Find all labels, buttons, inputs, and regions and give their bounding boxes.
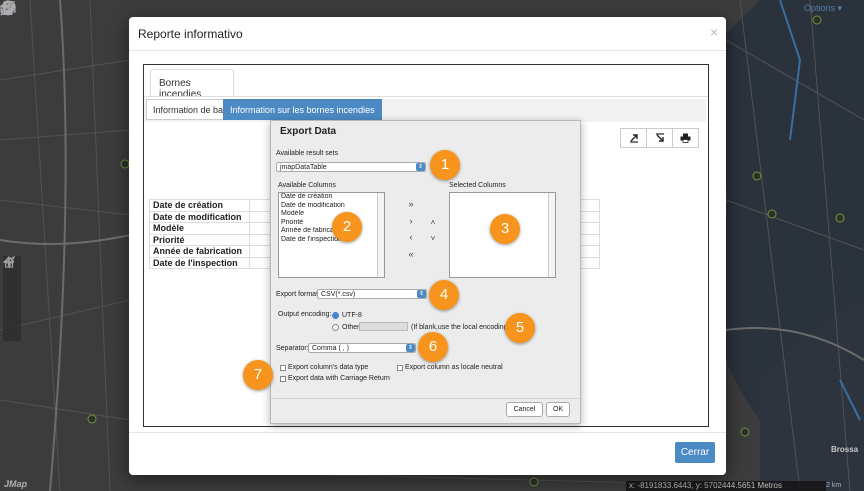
field-label: Année de fabrication xyxy=(149,245,250,258)
scrollbar[interactable] xyxy=(377,193,384,277)
callout-1: 1 xyxy=(430,150,460,180)
export-data-icon[interactable] xyxy=(646,128,673,148)
callout-4: 4 xyxy=(429,280,459,310)
available-columns-label: Available Columns xyxy=(278,182,336,189)
export-format-label: Export format: xyxy=(276,291,320,298)
chevron-down-icon: ⇕ xyxy=(406,344,415,352)
move-left-icon[interactable]: ‹ xyxy=(406,232,416,242)
list-item[interactable]: Date de l'inspection xyxy=(279,236,384,245)
chevron-down-icon: ⇕ xyxy=(416,163,425,171)
encoding-hint: (If blank,use the local encoding) xyxy=(411,324,510,331)
field-label: Date de l'inspection xyxy=(149,256,250,269)
dialog-title: Export Data xyxy=(280,126,337,137)
encoding-other-radio[interactable] xyxy=(332,324,339,331)
tab-bornes-incendies[interactable]: Bornes incendies xyxy=(150,69,234,100)
encoding-utf8-label: UTF-8 xyxy=(342,312,362,319)
callout-2: 2 xyxy=(332,212,362,242)
selected-columns-label: Selected Columns xyxy=(449,182,506,189)
scrollbar[interactable] xyxy=(548,193,555,277)
data-type-label: Export column's data type xyxy=(288,364,369,371)
export-format-select[interactable]: CSV(*.csv) ⇕ xyxy=(317,289,427,299)
available-columns-list[interactable]: Date de création Date de modification Mo… xyxy=(278,192,385,278)
data-type-checkbox[interactable] xyxy=(280,365,286,371)
chevron-down-icon: ⇕ xyxy=(417,290,426,298)
modal-title: Reporte informativo xyxy=(138,27,243,41)
carriage-return-label: Export data with Carriage Return xyxy=(288,375,390,382)
list-item[interactable]: Date de création xyxy=(279,193,384,202)
field-label: Priorité xyxy=(149,233,250,246)
result-set-select[interactable]: jmapDataTable ⇕ xyxy=(276,162,426,172)
close-button[interactable]: Cerrar xyxy=(675,442,715,463)
callout-7: 7 xyxy=(243,360,273,390)
list-item[interactable]: Date de modification xyxy=(279,202,384,211)
separator-label: Separator: xyxy=(276,345,309,352)
modal-header: Reporte informativo × xyxy=(129,17,726,51)
encoding-utf8-radio[interactable] xyxy=(332,312,339,319)
separator-select[interactable]: Comma ( , ) ⇕ xyxy=(308,343,416,353)
callout-3: 3 xyxy=(490,214,520,244)
encoding-other-label: Other xyxy=(342,324,360,331)
subtab-information-bornes[interactable]: Information sur les bornes incendies xyxy=(223,99,382,120)
locale-neutral-label: Export column as locale neutral xyxy=(405,364,503,371)
result-sets-label: Available result sets xyxy=(276,150,339,157)
output-encoding-label: Output encoding: xyxy=(278,311,332,318)
move-all-right-icon[interactable]: » xyxy=(406,199,416,209)
dialog-divider xyxy=(271,398,580,399)
separator-value: Comma ( , ) xyxy=(312,345,349,352)
export-icon[interactable] xyxy=(620,128,647,148)
close-icon[interactable]: × xyxy=(710,24,718,40)
callout-6: 6 xyxy=(418,332,448,362)
result-set-value: jmapDataTable xyxy=(280,164,327,171)
move-up-icon[interactable]: ˄ xyxy=(428,218,438,227)
export-data-dialog: Export Data Available result sets jmapDa… xyxy=(270,120,581,424)
field-label: Modèle xyxy=(149,222,250,235)
report-actions xyxy=(620,128,699,148)
field-label: Date de modification xyxy=(149,210,250,223)
move-all-left-icon[interactable]: « xyxy=(406,249,416,259)
print-icon[interactable] xyxy=(672,128,699,148)
subtab-bar: Information de base Information sur les … xyxy=(144,99,706,122)
ok-button[interactable]: OK xyxy=(546,402,570,417)
field-label: Date de création xyxy=(149,199,250,212)
move-right-icon[interactable]: › xyxy=(406,216,416,226)
locale-neutral-checkbox[interactable] xyxy=(397,365,403,371)
tab-divider xyxy=(144,96,708,97)
list-item[interactable]: Modèle xyxy=(279,210,384,219)
move-down-icon[interactable]: ˅ xyxy=(428,234,438,243)
footer-divider xyxy=(129,432,726,433)
carriage-return-checkbox[interactable] xyxy=(280,376,286,382)
export-format-value: CSV(*.csv) xyxy=(321,291,356,298)
cancel-button[interactable]: Cancel xyxy=(506,402,543,417)
callout-5: 5 xyxy=(505,313,535,343)
other-encoding-input[interactable] xyxy=(359,322,408,331)
